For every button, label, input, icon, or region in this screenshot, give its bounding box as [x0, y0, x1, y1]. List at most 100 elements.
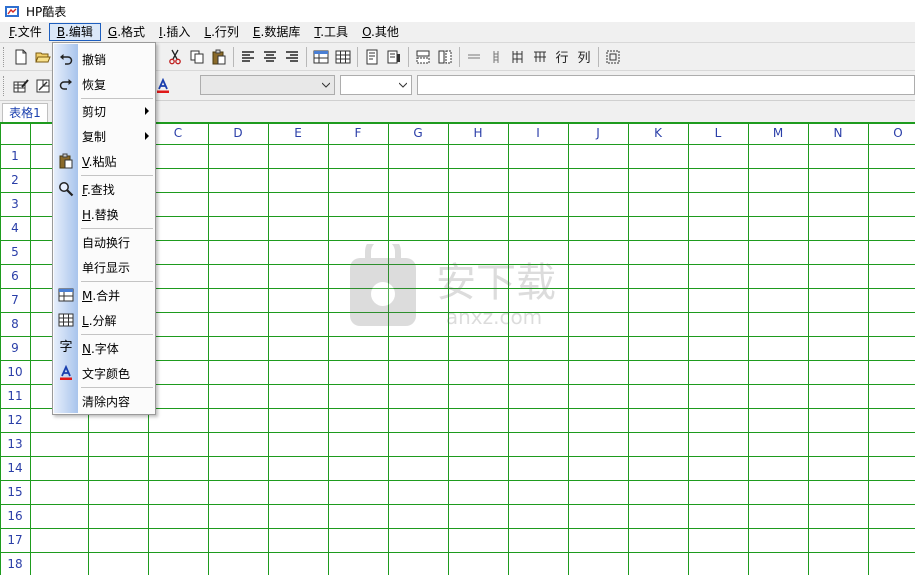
column-header[interactable]: H: [448, 126, 508, 140]
menu-rows-cols[interactable]: L.行列: [197, 23, 246, 41]
grid-col-line: [688, 122, 689, 575]
column-header[interactable]: O: [868, 126, 915, 140]
menu-auto-wrap[interactable]: 自动换行: [53, 230, 155, 254]
menu-merge[interactable]: M.合并: [53, 283, 155, 307]
column-layout-button[interactable]: [529, 46, 551, 68]
page-setup-button[interactable]: [361, 46, 383, 68]
align-left-button[interactable]: [237, 46, 259, 68]
sheet-tab[interactable]: 表格1: [2, 103, 48, 123]
menu-database[interactable]: E.数据库: [246, 23, 307, 41]
delete-col-button[interactable]: [507, 46, 529, 68]
menu-cut[interactable]: 剪切: [53, 99, 155, 123]
row-header[interactable]: 10: [0, 365, 30, 379]
insert-col-button[interactable]: [485, 46, 507, 68]
menu-other[interactable]: O.其他: [355, 23, 406, 41]
row-height-icon: [416, 50, 430, 63]
open-file-button[interactable]: [32, 46, 54, 68]
watermark-logo: 安下载 anxz.com: [350, 244, 556, 329]
row-button[interactable]: 行: [551, 46, 573, 68]
page-icon: [366, 49, 378, 64]
menu-replace[interactable]: H.替换: [53, 202, 155, 226]
new-file-button[interactable]: [10, 46, 32, 68]
row-header[interactable]: 11: [0, 389, 30, 403]
menu-separator: [81, 281, 153, 282]
print-layout-button[interactable]: [383, 46, 405, 68]
font-size-select[interactable]: [340, 75, 412, 95]
column-header[interactable]: L: [688, 126, 748, 140]
merge-cells-button[interactable]: [310, 46, 332, 68]
title-bar: HP酷表: [0, 0, 915, 22]
menu-insert[interactable]: I.插入: [152, 23, 197, 41]
copy-icon: [190, 50, 204, 63]
format-cell-button[interactable]: [32, 75, 54, 97]
row-header[interactable]: 1: [0, 149, 30, 163]
row-height-button[interactable]: [412, 46, 434, 68]
menu-redo[interactable]: 恢复: [53, 72, 155, 96]
grid-col-line: [208, 122, 209, 575]
align-right-button[interactable]: [281, 46, 303, 68]
row-header[interactable]: 8: [0, 317, 30, 331]
insert-row-button[interactable]: [463, 46, 485, 68]
grid-col-line: [30, 122, 31, 575]
cell-content-input[interactable]: [417, 75, 915, 95]
menu-font[interactable]: 字 N.字体: [53, 336, 155, 360]
row-header[interactable]: 17: [0, 533, 30, 547]
grid-row-line: [0, 456, 915, 457]
row-header[interactable]: 2: [0, 173, 30, 187]
scissors-icon: [169, 49, 181, 64]
column-header[interactable]: E: [268, 126, 328, 140]
folder-open-icon: [35, 52, 51, 62]
row-header[interactable]: 6: [0, 269, 30, 283]
row-header[interactable]: 14: [0, 461, 30, 475]
row-header[interactable]: 16: [0, 509, 30, 523]
row-header[interactable]: 7: [0, 293, 30, 307]
column-header[interactable]: N: [808, 126, 868, 140]
row-header[interactable]: 18: [0, 557, 30, 571]
column-header[interactable]: J: [568, 126, 628, 140]
menu-split[interactable]: L.分解: [53, 308, 155, 332]
edit-cell-button[interactable]: [10, 75, 32, 97]
column-header[interactable]: I: [508, 126, 568, 140]
grid-corner[interactable]: [0, 122, 30, 144]
menu-paste[interactable]: V.粘贴: [53, 149, 155, 173]
cut-button[interactable]: [164, 46, 186, 68]
paste-button[interactable]: [208, 46, 230, 68]
column-header[interactable]: D: [208, 126, 268, 140]
column-header[interactable]: F: [328, 126, 388, 140]
column-header[interactable]: G: [388, 126, 448, 140]
split-cells-button[interactable]: [332, 46, 354, 68]
select-range-button[interactable]: [602, 46, 624, 68]
font-name-select[interactable]: [200, 75, 335, 95]
row-header[interactable]: 4: [0, 221, 30, 235]
row-header[interactable]: 13: [0, 437, 30, 451]
menu-undo[interactable]: 撤销: [53, 47, 155, 71]
magnifier-icon: [59, 182, 74, 197]
toolbar-grip[interactable]: [3, 46, 6, 67]
copy-button[interactable]: [186, 46, 208, 68]
menu-find[interactable]: F.查找: [53, 177, 155, 201]
row-header[interactable]: 3: [0, 197, 30, 211]
menu-text-color[interactable]: 文字颜色: [53, 361, 155, 385]
toolbar-separator: [408, 46, 409, 67]
menu-clear-content[interactable]: 清除内容: [53, 389, 155, 413]
menu-single-line[interactable]: 单行显示: [53, 255, 155, 279]
align-center-button[interactable]: [259, 46, 281, 68]
column-header[interactable]: K: [628, 126, 688, 140]
watermark-subtext: anxz.com: [446, 305, 542, 329]
row-header[interactable]: 12: [0, 413, 30, 427]
column-header[interactable]: C: [148, 126, 208, 140]
toolbar-grip[interactable]: [3, 75, 6, 96]
col-width-button[interactable]: [434, 46, 456, 68]
row-header[interactable]: 15: [0, 485, 30, 499]
menu-file[interactable]: F.文件: [2, 23, 49, 41]
window-title: HP酷表: [26, 4, 67, 19]
menu-format[interactable]: G.格式: [101, 23, 152, 41]
menu-edit[interactable]: B.编辑: [48, 23, 101, 41]
menu-copy[interactable]: 复制: [53, 124, 155, 148]
grid-col-line: [868, 122, 869, 575]
col-button[interactable]: 列: [573, 46, 595, 68]
row-header[interactable]: 9: [0, 341, 30, 355]
menu-tools[interactable]: T.工具: [307, 23, 355, 41]
row-header[interactable]: 5: [0, 245, 30, 259]
column-header[interactable]: M: [748, 126, 808, 140]
